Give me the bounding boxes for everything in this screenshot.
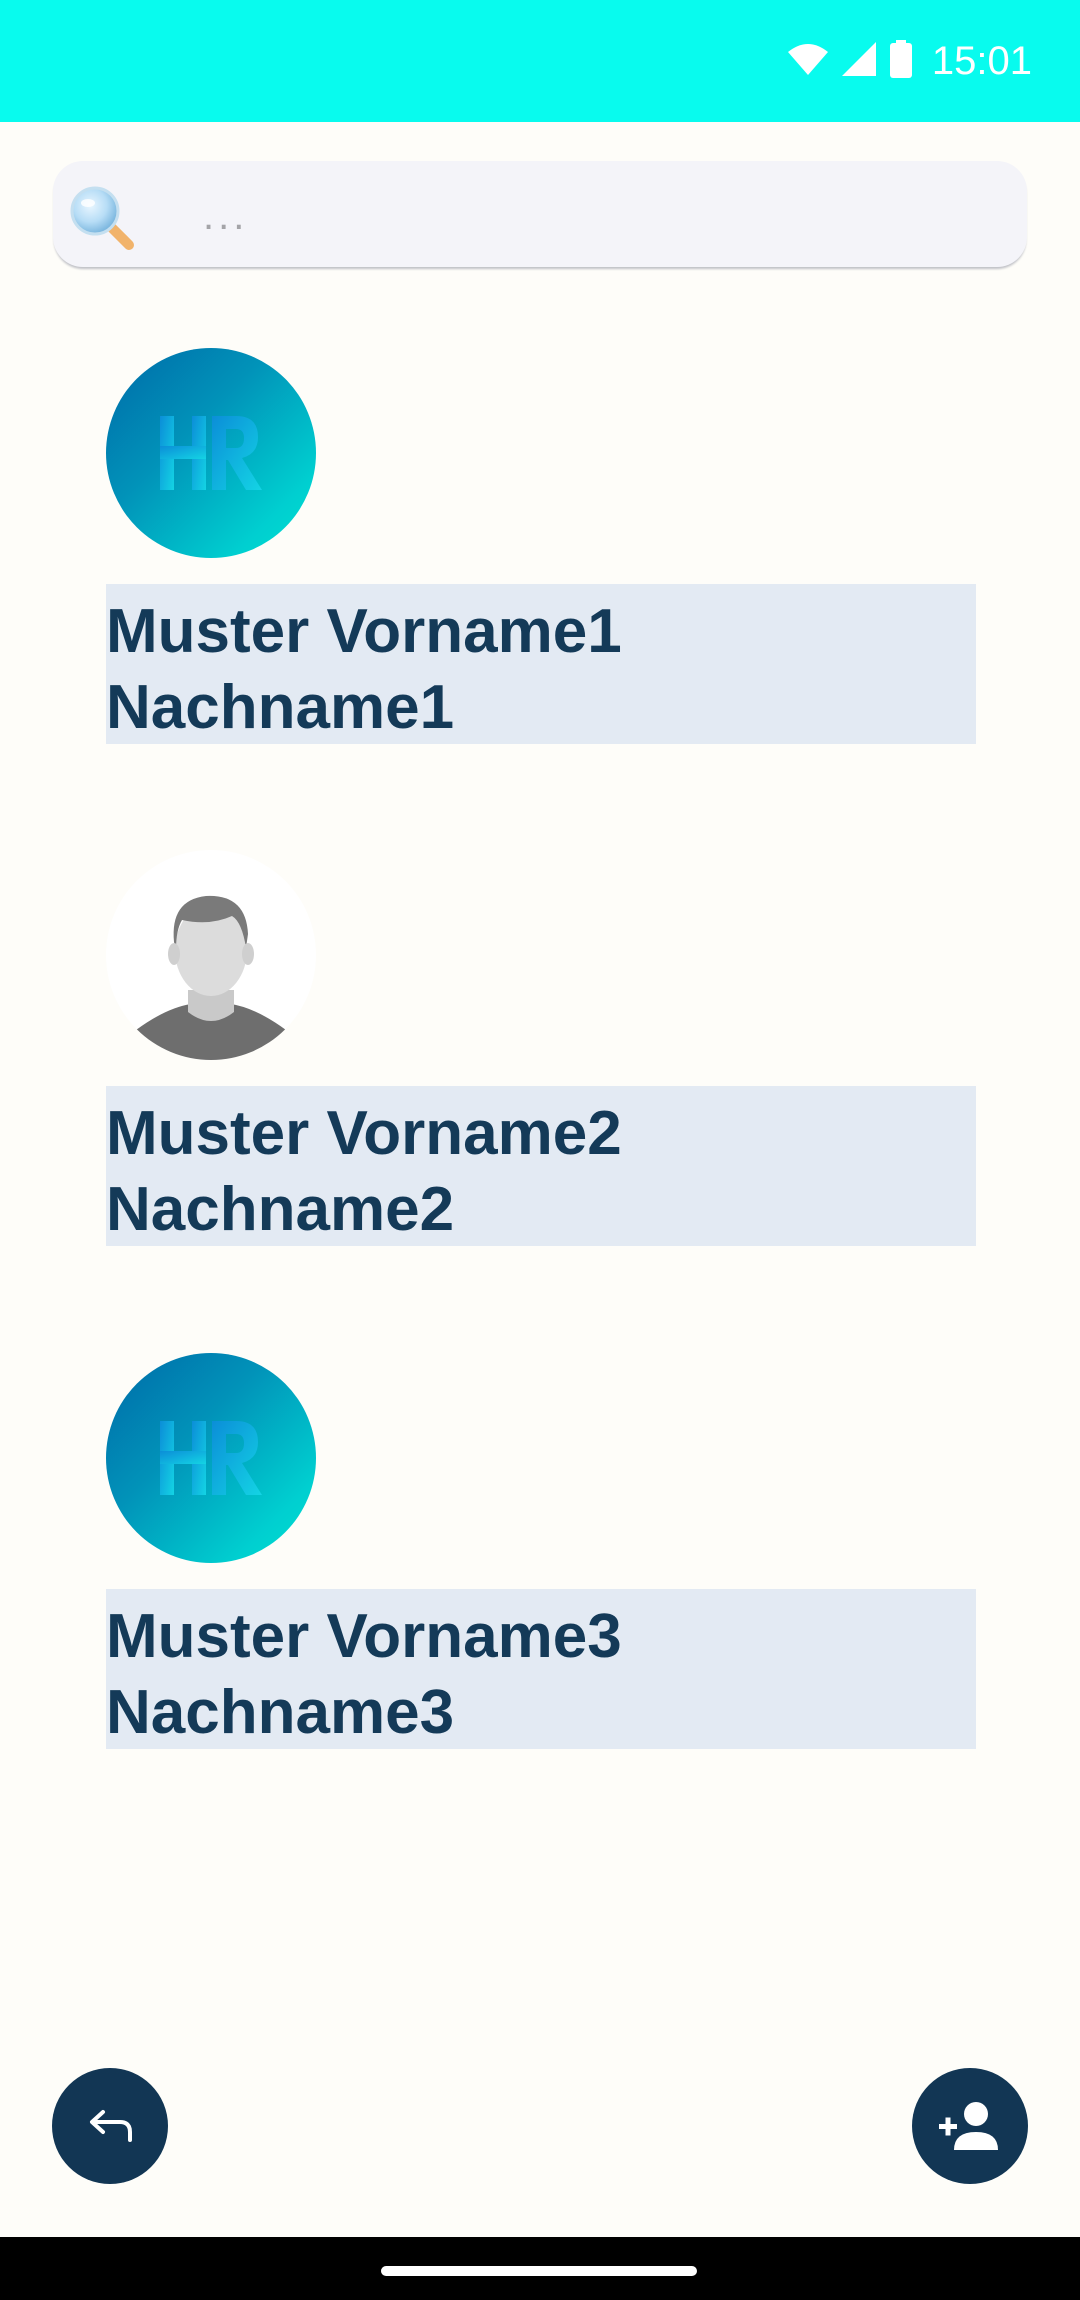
avatar [106,850,316,1060]
contact-second-line: Nachname1 [106,673,455,742]
magnifier-icon [67,183,137,253]
contact-second-line: Nachname3 [106,1678,455,1747]
battery-icon [889,39,912,83]
avatar [106,1353,316,1563]
status-time: 15:01 [931,38,1032,83]
add-contact-button[interactable] [912,2068,1028,2184]
search-bar[interactable] [53,161,1027,267]
status-icons: 15:01 [787,36,1032,86]
wifi-icon [787,42,828,81]
contact-name: Muster Vorname3 Nachname3 [106,1589,976,1749]
hr-logo-icon [160,416,262,490]
navigation-bar [0,2237,1080,2300]
contact-first-line: Muster Vorname3 [106,1602,622,1671]
status-bar: 15:01 [0,0,1080,122]
contact-name: Muster Vorname1 Nachname1 [106,584,976,744]
back-button[interactable] [52,2068,168,2184]
person-placeholder-icon [136,895,286,1060]
contact-first-line: Muster Vorname1 [106,597,622,666]
contact-second-line: Nachname2 [106,1175,455,1244]
avatar [106,348,316,558]
search-input[interactable] [203,191,1003,241]
contact-first-line: Muster Vorname2 [106,1099,622,1168]
undo-arrow-icon [90,2110,132,2142]
cellular-signal-icon [841,41,876,81]
contact-name: Muster Vorname2 Nachname2 [106,1086,976,1246]
home-gesture-handle[interactable] [381,2266,697,2276]
hr-logo-icon [160,1421,262,1495]
add-person-icon [939,2102,998,2150]
